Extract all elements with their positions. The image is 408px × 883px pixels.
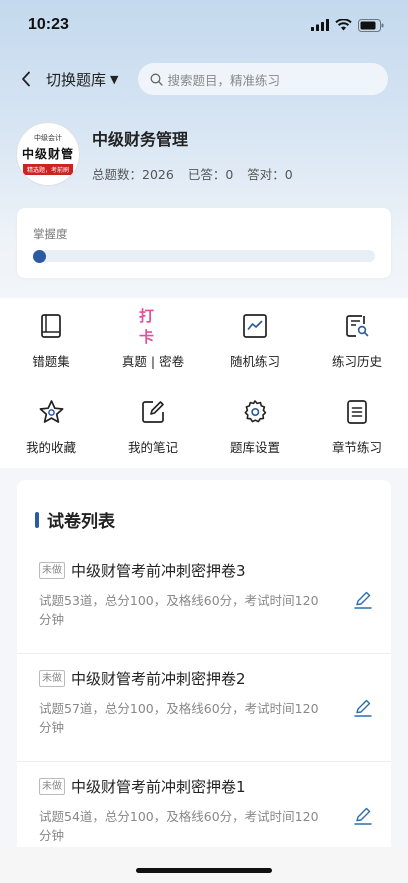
book-icon [41,314,61,338]
edit-note-icon [142,401,164,423]
paper-title: 中级财管考前冲刺密押卷3 [71,562,246,580]
paper-title: 中级财管考前冲刺密押卷2 [71,670,246,688]
book-info: 中级财务管理 总题数：2026 已答：0 答对：0 [92,126,293,183]
paper-title-row: 未做 中级财管考前冲刺密押卷2 [39,668,371,689]
status-badge: 未做 [39,670,65,687]
status-time: 10:23 [28,16,69,33]
feature-label: 随机练习 [229,354,280,369]
feature-label: 练习历史 [331,354,382,369]
feature-favorites[interactable]: 我的收藏 [0,384,102,468]
mastery-label: 掌握度 [33,227,68,241]
search-placeholder: 搜索题目，精准练习 [167,72,280,88]
paper-title-row: 未做 中级财管考前冲刺密押卷3 [39,560,371,581]
feature-chapter-practice[interactable]: 章节练习 [306,384,408,468]
edit-icon[interactable] [353,590,373,610]
paper-meta: 试题57道，总分100，及格线60分，考试时间120分钟 [39,701,319,735]
feature-bank-settings[interactable]: 题库设置 [204,384,306,468]
paper-list: 未做 中级财管考前冲刺密押卷3 试题53道，总分100，及格线60分，考试时间1… [17,546,391,870]
gear-icon [244,400,267,423]
section-header: 试卷列表 [17,480,391,532]
book-header: 中级会计 中级财管 精选题，考前刷 中级财务管理 总题数：2026 已答：0 答… [16,122,293,186]
book-cover: 中级会计 中级财管 精选题，考前刷 [16,122,80,186]
search-input[interactable]: 搜索题目，精准练习 [138,63,389,95]
cover-band-text: 精选题，考前刷 [22,164,73,175]
mastery-progress-bar [33,250,375,263]
search-icon [151,73,164,86]
battery-icon [358,18,384,32]
paper-list-card: 试卷列表 未做 中级财管考前冲刺密押卷3 试题53道，总分100，及格线60分，… [17,480,391,880]
checkin-badge: 打卡 [139,307,155,346]
feature-real-exams[interactable]: 打卡 真题 | 密卷 [102,298,204,384]
stat-correct: 答对：0 [247,166,293,182]
cover-top-text: 中级会计 [34,134,62,142]
nav-bar: 切换题库 ▼ 搜索题目，精准练习 [0,62,408,96]
feature-label: 错题集 [32,354,70,369]
mastery-card: 掌握度 [17,208,391,278]
feature-label: 题库设置 [229,440,280,455]
cover-main-text: 中级财管 [21,147,74,161]
document-search-icon [346,315,369,337]
status-bar: 10:23 [0,0,408,50]
edit-icon[interactable] [353,806,373,826]
wifi-icon [335,19,352,31]
paper-title-row: 未做 中级财管考前冲刺密押卷1 [39,776,371,797]
status-icons [311,18,384,32]
mastery-progress-indicator [33,250,46,263]
list-item[interactable]: 未做 中级财管考前冲刺密押卷3 试题53道，总分100，及格线60分，考试时间1… [17,546,391,654]
home-indicator-area [0,847,408,883]
list-item[interactable]: 未做 中级财管考前冲刺密押卷2 试题57道，总分100，及格线60分，考试时间1… [17,654,391,762]
feature-notes[interactable]: 我的笔记 [102,384,204,468]
feature-label: 章节练习 [331,440,382,455]
section-accent-bar [35,511,39,528]
feature-wrong-questions[interactable]: 错题集 [0,298,102,384]
home-indicator[interactable] [136,868,272,873]
section-title: 试卷列表 [47,512,115,532]
feature-practice-history[interactable]: 练习历史 [306,298,408,384]
paper-title: 中级财管考前冲刺密押卷1 [71,778,246,796]
book-stats: 总题数：2026 已答：0 答对：0 [92,164,293,183]
switch-bank-button[interactable]: 切换题库 ▼ [46,69,118,90]
caret-down-icon: ▼ [110,72,119,86]
status-badge: 未做 [39,562,65,579]
list-document-icon [347,400,367,424]
feature-label: 我的笔记 [127,440,178,455]
feature-grid: 错题集 打卡 真题 | 密卷 随机练习 练习历史 我的收藏 我的笔记 题库设置 … [0,298,408,468]
stat-answered: 已答：0 [187,166,234,182]
book-title: 中级财务管理 [92,129,189,149]
trend-chart-icon [243,314,267,338]
signal-icon [311,19,329,31]
switch-bank-label: 切换题库 [46,70,107,89]
back-button[interactable] [16,62,36,96]
feature-label: 我的收藏 [25,440,76,455]
chevron-left-icon [22,71,30,87]
edit-icon[interactable] [353,698,373,718]
stat-total: 总题数：2026 [92,166,174,182]
paper-meta: 试题53道，总分100，及格线60分，考试时间120分钟 [39,593,319,627]
feature-label: 真题 | 密卷 [121,354,185,369]
star-icon [39,400,63,423]
feature-random-practice[interactable]: 随机练习 [204,298,306,384]
paper-meta: 试题54道，总分100，及格线60分，考试时间120分钟 [39,809,319,843]
status-badge: 未做 [39,778,65,795]
